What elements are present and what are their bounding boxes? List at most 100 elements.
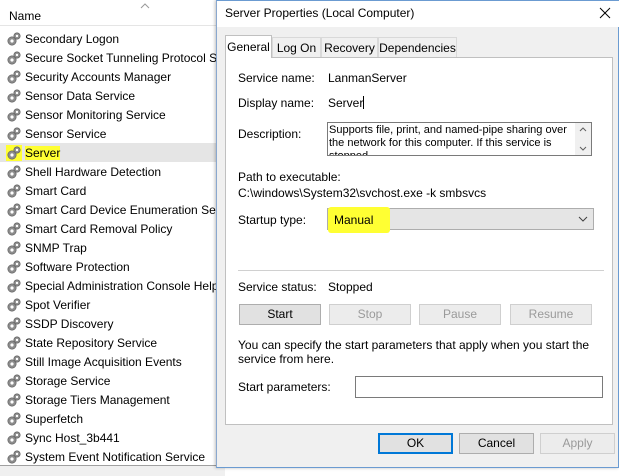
service-row[interactable]: Storage Service: [0, 371, 225, 390]
gear-icon: [6, 145, 22, 161]
service-row[interactable]: SSDP Discovery: [0, 314, 225, 333]
service-row[interactable]: Sync Host_3b441: [0, 428, 225, 447]
service-row[interactable]: System Event Notification Service: [0, 447, 225, 466]
gear-icon: [6, 221, 22, 237]
display-name-field[interactable]: Server: [328, 96, 365, 110]
view-tabs: [0, 465, 225, 476]
service-row[interactable]: Sensor Service: [0, 124, 225, 143]
scroll-down-icon[interactable]: [579, 146, 587, 152]
display-name-label: Display name:: [238, 96, 315, 110]
gear-icon: [6, 449, 22, 465]
service-row[interactable]: Spot Verifier: [0, 295, 225, 314]
description-box[interactable]: Supports file, print, and named-pipe sha…: [327, 122, 592, 156]
service-name: Sync Host_3b441: [25, 431, 120, 445]
stop-button[interactable]: Stop: [329, 304, 411, 325]
service-name: Superfetch: [25, 412, 84, 426]
service-row[interactable]: Superfetch: [0, 409, 225, 428]
service-row[interactable]: Smart Card: [0, 181, 225, 200]
service-name: Storage Service: [25, 374, 111, 388]
tab-general[interactable]: General: [225, 35, 272, 58]
service-name: Security Accounts Manager: [25, 70, 172, 84]
cancel-button[interactable]: Cancel: [459, 433, 534, 454]
close-icon[interactable]: [597, 5, 613, 21]
service-row[interactable]: Smart Card Removal Policy: [0, 219, 225, 238]
gear-icon: [6, 316, 22, 332]
service-row[interactable]: Storage Tiers Management: [0, 390, 225, 409]
gear-icon: [6, 392, 22, 408]
gear-icon: [6, 69, 22, 85]
service-name-label: Service name:: [238, 71, 315, 85]
service-name: Server: [25, 146, 61, 160]
gear-icon: [6, 126, 22, 142]
service-row[interactable]: SNMP Trap: [0, 238, 225, 257]
start-params-label: Start parameters:: [238, 380, 331, 394]
service-name: Software Protection: [25, 260, 130, 274]
service-name: Sensor Service: [25, 127, 107, 141]
gear-icon: [6, 31, 22, 47]
service-name: State Repository Service: [25, 336, 158, 350]
service-row[interactable]: Secondary Logon: [0, 29, 225, 48]
path-label: Path to executable:: [238, 170, 341, 184]
service-row[interactable]: Server: [0, 143, 225, 162]
sort-ascending-icon: [140, 3, 150, 9]
resume-button[interactable]: Resume: [510, 304, 592, 325]
separator: [238, 270, 604, 271]
service-name: Spot Verifier: [25, 298, 91, 312]
service-name: Still Image Acquisition Events: [25, 355, 182, 369]
tab-dependencies[interactable]: Dependencies: [378, 37, 457, 57]
gear-icon: [6, 430, 22, 446]
display-name-value: Server: [328, 96, 364, 110]
startup-type-select[interactable]: Manual: [327, 207, 594, 233]
startup-type-label: Startup type:: [238, 213, 307, 227]
service-name: Secondary Logon: [25, 32, 120, 46]
service-name: Smart Card Device Enumeration Service: [25, 203, 225, 217]
description-scrollbar[interactable]: [575, 123, 591, 155]
tab-log-on[interactable]: Log On: [272, 37, 321, 57]
gear-icon: [6, 88, 22, 104]
service-name: Smart Card: [25, 184, 87, 198]
pause-button[interactable]: Pause: [419, 304, 501, 325]
gear-icon: [6, 240, 22, 256]
service-name: System Event Notification Service: [25, 450, 206, 464]
service-row[interactable]: Security Accounts Manager: [0, 67, 225, 86]
start-params-hint: You can specify the start parameters tha…: [238, 338, 590, 366]
description-text: Supports file, print, and named-pipe sha…: [329, 124, 567, 156]
ok-button[interactable]: OK: [378, 433, 453, 454]
description-label: Description:: [238, 127, 302, 141]
service-row[interactable]: State Repository Service: [0, 333, 225, 352]
service-row[interactable]: Secure Socket Tunneling Protocol Service: [0, 48, 225, 67]
gear-icon: [6, 107, 22, 123]
service-row[interactable]: Sensor Monitoring Service: [0, 105, 225, 124]
apply-button[interactable]: Apply: [540, 433, 615, 454]
scroll-up-icon[interactable]: [579, 126, 587, 132]
dialog-title: Server Properties (Local Computer): [225, 6, 415, 20]
service-name: Sensor Monitoring Service: [25, 108, 166, 122]
dialog-title-bar[interactable]: Server Properties (Local Computer): [217, 1, 619, 27]
service-status-label: Service status:: [238, 280, 317, 294]
gear-icon: [6, 164, 22, 180]
service-row[interactable]: Still Image Acquisition Events: [0, 352, 225, 371]
service-name: SNMP Trap: [25, 241, 87, 255]
service-row[interactable]: Special Administration Console Helper: [0, 276, 225, 295]
service-name: Secure Socket Tunneling Protocol Service: [25, 51, 225, 65]
start-button[interactable]: Start: [239, 304, 321, 325]
service-row[interactable]: Smart Card Device Enumeration Service: [0, 200, 225, 219]
start-params-input[interactable]: [355, 376, 603, 398]
tab-recovery[interactable]: Recovery: [321, 37, 378, 57]
service-name-value: LanmanServer: [328, 71, 407, 85]
server-properties-dialog: Server Properties (Local Computer) Gener…: [216, 0, 619, 468]
service-status-value: Stopped: [328, 280, 373, 294]
services-list: Name Secondary Logon Secure Socket Tunnel…: [0, 0, 225, 476]
gear-icon: [6, 50, 22, 66]
gear-icon: [6, 373, 22, 389]
service-row[interactable]: Sensor Data Service: [0, 86, 225, 105]
service-row[interactable]: Shell Hardware Detection: [0, 162, 225, 181]
service-row[interactable]: Software Protection: [0, 257, 225, 276]
service-name: Storage Tiers Management: [25, 393, 170, 407]
name-column-header[interactable]: Name: [0, 0, 225, 26]
service-name: SSDP Discovery: [25, 317, 114, 331]
general-tab-panel: Service name: LanmanServer Display name:…: [225, 57, 613, 425]
name-column-label: Name: [9, 9, 42, 23]
gear-icon: [6, 354, 22, 370]
service-name: Sensor Data Service: [25, 89, 136, 103]
